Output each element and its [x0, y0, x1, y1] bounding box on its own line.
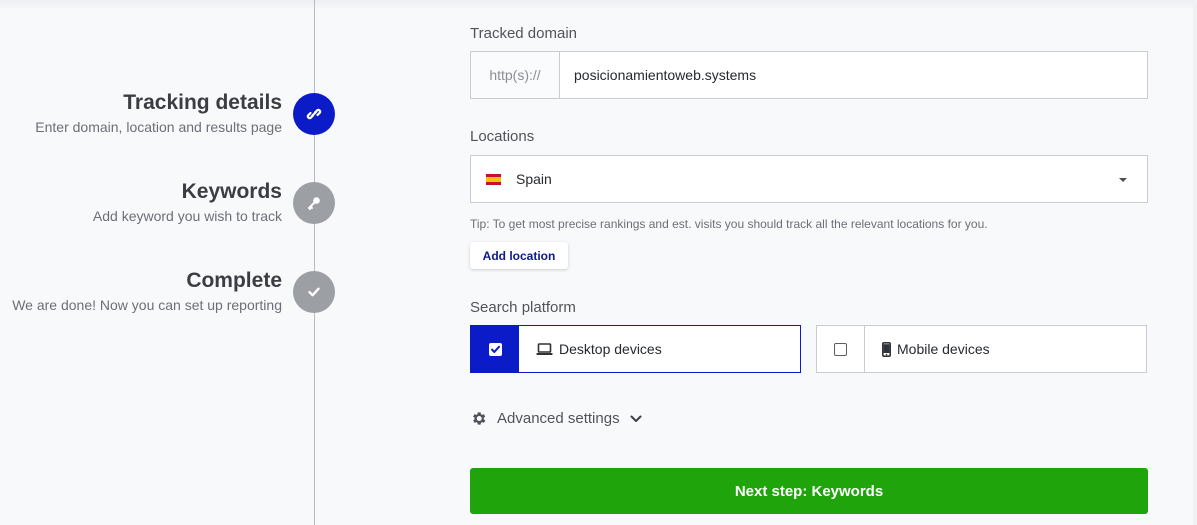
platform-mobile[interactable]: Mobile devices [816, 325, 1147, 373]
chevron-down-icon [630, 415, 642, 422]
step-tracking-details[interactable]: Tracking details Enter domain, location … [35, 91, 282, 135]
tracked-domain-field: http(s):// [470, 51, 1148, 99]
desktop-checkbox[interactable] [488, 342, 502, 356]
check-icon[interactable] [293, 271, 335, 313]
step-subtitle: Enter domain, location and results page [35, 119, 282, 135]
gear-icon [473, 412, 486, 425]
mobile-checkbox-cell[interactable] [817, 326, 865, 372]
link-icon[interactable] [293, 93, 335, 135]
mobile-checkbox[interactable] [834, 342, 847, 356]
mobile-icon [882, 341, 891, 357]
stepper-line [314, 0, 315, 525]
platform-desktop[interactable]: Desktop devices [470, 325, 801, 373]
add-location-button[interactable]: Add location [470, 242, 568, 269]
step-subtitle: Add keyword you wish to track [92, 208, 282, 224]
step-keywords[interactable]: Keywords Add keyword you wish to track [93, 180, 282, 224]
location-select[interactable]: Spain [470, 155, 1148, 203]
step-title: Tracking details [123, 91, 282, 114]
location-value: Spain [516, 171, 552, 187]
location-tip: Tip: To get most precise rankings and es… [470, 217, 988, 231]
laptop-icon [536, 342, 553, 355]
mobile-label-text: Mobile devices [897, 341, 990, 357]
chevron-down-icon [1119, 178, 1127, 182]
flag-es-icon [486, 173, 501, 185]
step-complete[interactable]: Complete We are done! Now you can set up… [12, 269, 282, 313]
desktop-checkbox-cell[interactable] [471, 326, 519, 372]
desktop-label: Desktop devices [519, 326, 662, 372]
step-title: Keywords [181, 180, 282, 203]
domain-prefix: http(s):// [471, 52, 560, 98]
desktop-label-text: Desktop devices [559, 341, 662, 357]
next-step-button[interactable]: Next step: Keywords [470, 468, 1148, 514]
tracked-domain-label: Tracked domain [470, 25, 577, 42]
step-subtitle: We are done! Now you can set up reportin… [12, 297, 282, 313]
domain-input[interactable] [560, 52, 1147, 98]
scrollbar[interactable] [1193, 0, 1197, 525]
key-icon[interactable] [293, 182, 335, 224]
step-title: Complete [186, 269, 282, 292]
locations-label: Locations [470, 128, 535, 145]
advanced-settings-label: Advanced settings [497, 410, 620, 427]
mobile-label: Mobile devices [865, 326, 990, 372]
search-platform-label: Search platform [470, 299, 576, 316]
advanced-settings-toggle[interactable]: Advanced settings [470, 410, 642, 427]
stepper: Tracking details Enter domain, location … [0, 0, 340, 525]
